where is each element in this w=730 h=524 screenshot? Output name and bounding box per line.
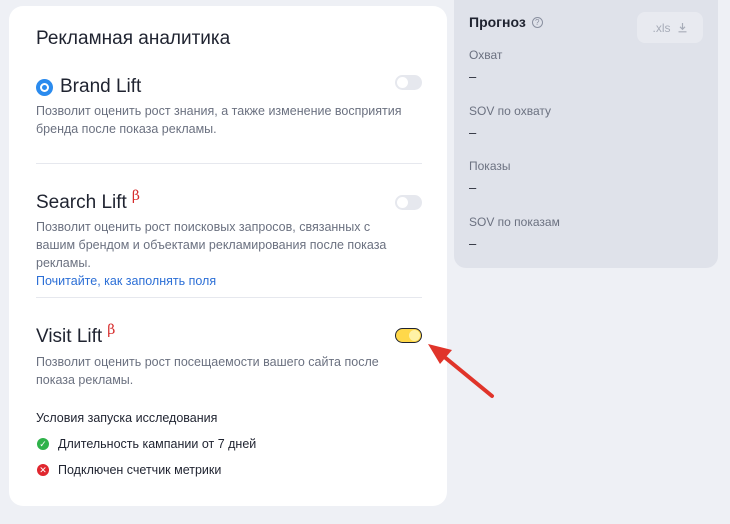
annotation-arrow-icon bbox=[428, 344, 494, 398]
